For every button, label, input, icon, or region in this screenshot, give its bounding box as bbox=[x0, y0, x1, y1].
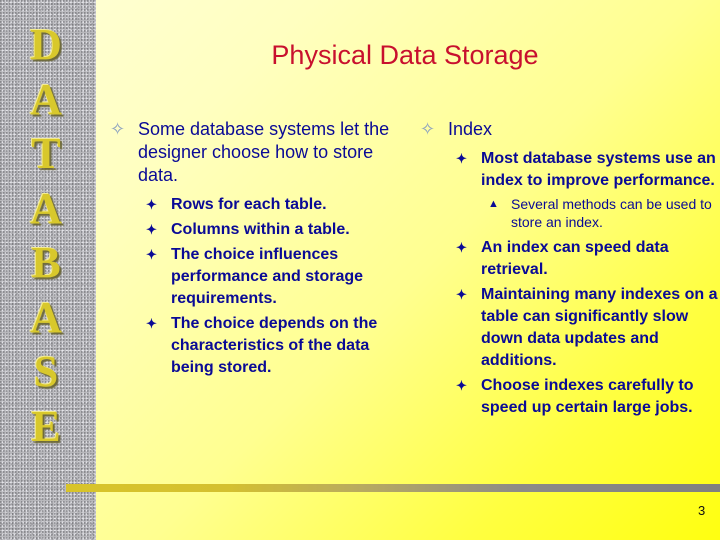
bullet-text: The choice influences performance and st… bbox=[171, 246, 364, 307]
sidebar-letter: A bbox=[30, 292, 62, 342]
page-number: 3 bbox=[698, 503, 706, 518]
star-bullet-icon: ✦ bbox=[456, 151, 467, 166]
slide-title: Physical Data Storage bbox=[271, 40, 539, 70]
bullet-text: Several methods can be used to store an … bbox=[511, 196, 712, 230]
star-bullet-icon: ✦ bbox=[146, 197, 157, 212]
bullet-level1: ✧ Index bbox=[420, 118, 718, 141]
bullet-level2: ✦ Maintaining many indexes on a table ca… bbox=[451, 284, 718, 372]
star-bullet-icon: ✦ bbox=[456, 240, 467, 255]
left-column: ✧ Some database systems let the designer… bbox=[110, 118, 400, 382]
bullet-level2: ✦ Most database systems use an index to … bbox=[451, 148, 718, 192]
sidebar-letter: E bbox=[31, 401, 61, 451]
bullet-text: Rows for each table. bbox=[171, 196, 327, 213]
sidebar-letter: A bbox=[30, 183, 62, 233]
right-column: ✧ Index ✦ Most database systems use an i… bbox=[420, 118, 718, 422]
bullet-level2: ✦ Columns within a table. bbox=[141, 219, 400, 241]
bullet-text: Most database systems use an index to im… bbox=[481, 150, 716, 189]
sidebar-letter: S bbox=[33, 347, 59, 396]
bullet-text: Index bbox=[448, 119, 493, 139]
bullet-level2: ✦ Choose indexes carefully to speed up c… bbox=[451, 375, 718, 419]
bullet-level2: ✦ The choice depends on the characterist… bbox=[141, 313, 400, 379]
star-bullet-icon: ✦ bbox=[146, 222, 157, 237]
star-bullet-icon: ✦ bbox=[456, 378, 467, 393]
footer-divider-bar bbox=[66, 484, 720, 492]
bullet-text: Columns within a table. bbox=[171, 221, 350, 238]
sidebar-letter: A bbox=[30, 74, 62, 124]
bullet-text: An index can speed data retrieval. bbox=[481, 239, 669, 278]
bullet-text: Some database systems let the designer c… bbox=[138, 119, 390, 185]
bullet-level3: ▲ Several methods can be used to store a… bbox=[481, 195, 718, 231]
bullet-text: The choice depends on the characteristic… bbox=[171, 315, 378, 376]
hollow-star-bullet-icon: ✧ bbox=[420, 119, 436, 139]
bullet-level1: ✧ Some database systems let the designer… bbox=[110, 118, 400, 187]
sidebar-letter: B bbox=[31, 238, 61, 287]
hollow-star-bullet-icon: ✧ bbox=[110, 119, 126, 139]
triangle-bullet-icon: ▲ bbox=[488, 198, 499, 210]
bullet-text: Choose indexes carefully to speed up cer… bbox=[481, 377, 694, 416]
sidebar-letter: D bbox=[30, 20, 62, 69]
sidebar-title-vertical: D A T A B A S E bbox=[0, 18, 96, 454]
sidebar-letter: T bbox=[31, 129, 61, 178]
star-bullet-icon: ✦ bbox=[146, 316, 157, 331]
sidebar-granite-panel: D A T A B A S E bbox=[0, 0, 96, 540]
star-bullet-icon: ✦ bbox=[456, 287, 467, 302]
bullet-level2: ✦ The choice influences performance and … bbox=[141, 244, 400, 310]
slide: D A T A B A S E Physical Data Storage ✧ … bbox=[0, 0, 720, 540]
bullet-level2: ✦ An index can speed data retrieval. bbox=[451, 237, 718, 281]
bullet-text: Maintaining many indexes on a table can … bbox=[481, 286, 718, 369]
bullet-level2: ✦ Rows for each table. bbox=[141, 194, 400, 216]
star-bullet-icon: ✦ bbox=[146, 247, 157, 262]
